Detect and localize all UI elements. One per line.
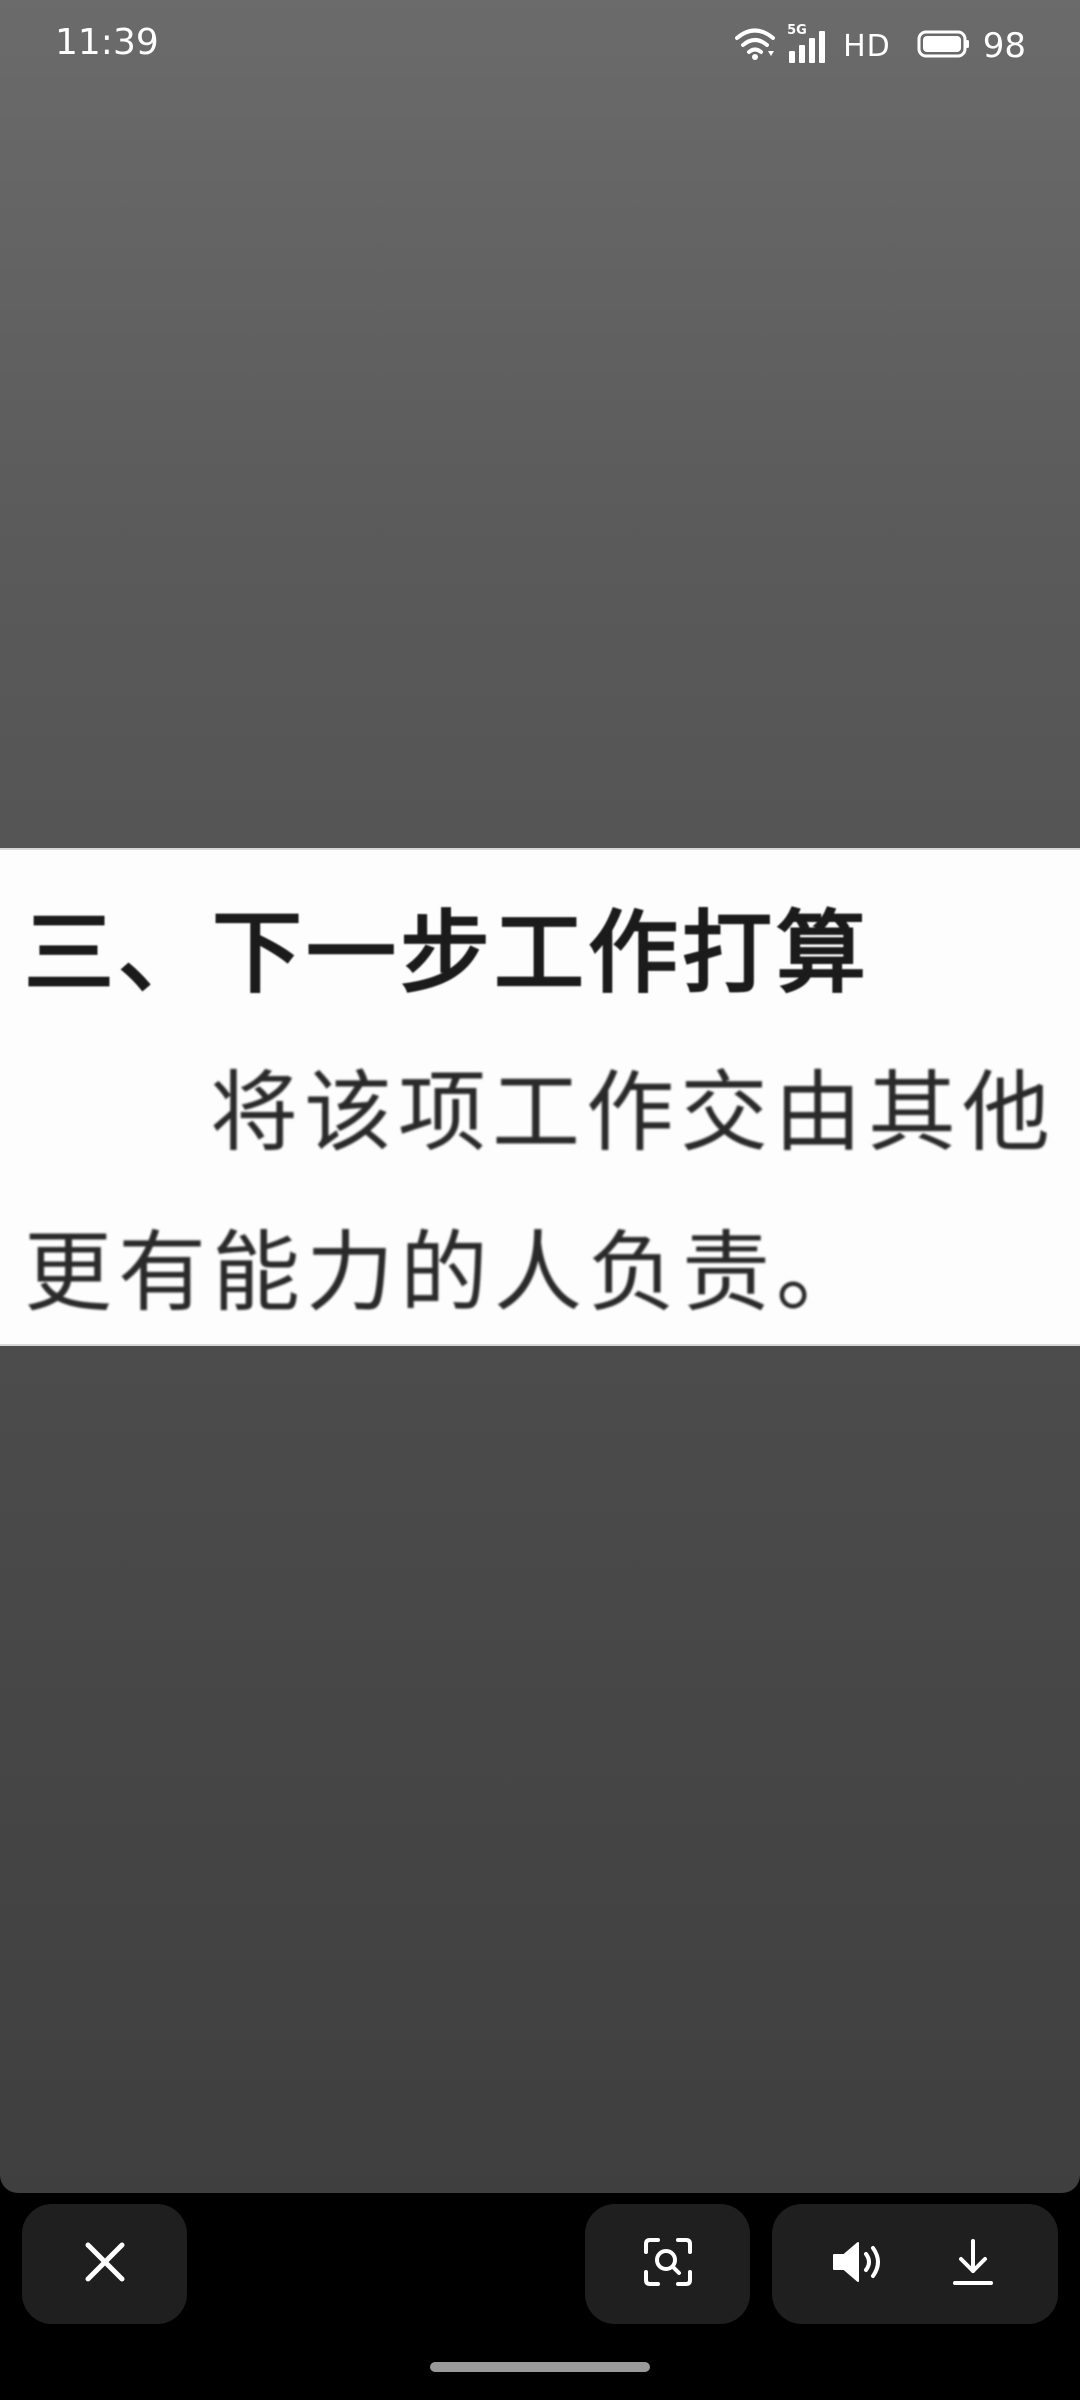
hd-label: HD <box>843 28 891 64</box>
close-icon <box>82 2239 128 2289</box>
scan-image-button[interactable] <box>585 2204 750 2324</box>
status-indicators: 5G HD 98 <box>735 22 1026 70</box>
scan-search-icon <box>642 2236 694 2292</box>
read-aloud-button[interactable] <box>818 2224 898 2304</box>
image-viewer-screen: 11:39 5G HD 98 三、下一步工作打算 将该项工作交由其他 更有能力的… <box>0 0 1080 2400</box>
signal-icon: 5G <box>787 23 831 65</box>
battery-percentage: 98 <box>982 26 1026 66</box>
document-paragraph-line-1: 将该项工作交由其他 <box>210 1061 1057 1164</box>
download-icon <box>951 2237 995 2291</box>
audio-download-group <box>772 2204 1058 2324</box>
status-bar: 11:39 5G HD 98 <box>0 0 1080 90</box>
image-viewer-canvas[interactable]: 11:39 5G HD 98 三、下一步工作打算 将该项工作交由其他 更有能力的… <box>0 0 1080 2193</box>
document-paragraph-line-2: 更有能力的人负责。 <box>24 1221 871 1324</box>
bottom-toolbar <box>0 2193 1080 2400</box>
speaker-icon <box>830 2239 886 2289</box>
close-button[interactable] <box>22 2204 187 2324</box>
battery-icon <box>917 29 971 63</box>
download-button[interactable] <box>933 2224 1013 2304</box>
wifi-icon <box>735 27 776 65</box>
status-time: 11:39 <box>55 22 159 63</box>
document-image[interactable]: 三、下一步工作打算 将该项工作交由其他 更有能力的人负责。 <box>0 848 1080 1346</box>
home-indicator[interactable] <box>430 2362 650 2372</box>
document-heading: 三、下一步工作打算 <box>24 901 870 1006</box>
